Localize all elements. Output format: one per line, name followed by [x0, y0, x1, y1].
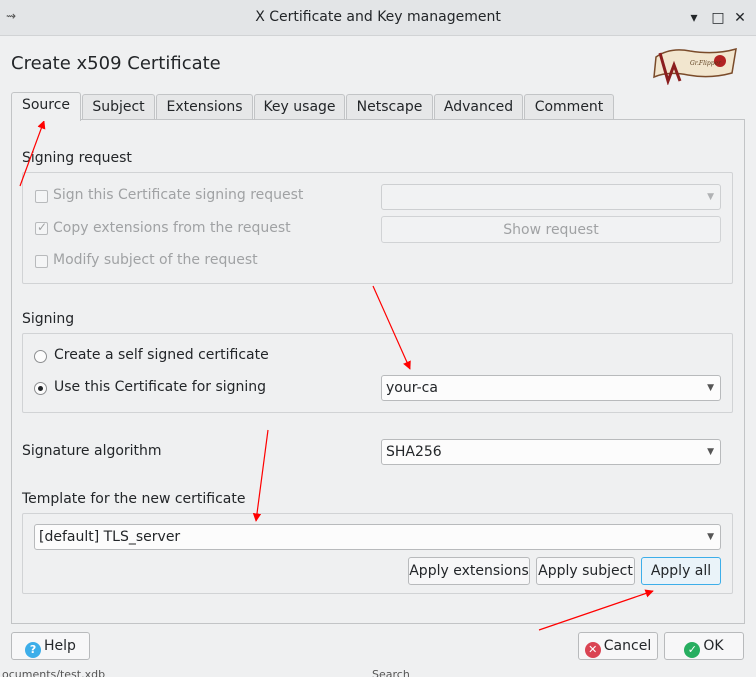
sign-csr-checkbox[interactable] — [35, 190, 48, 203]
tab-comment[interactable]: Comment — [524, 94, 614, 121]
template-heading: Template for the new certificate — [22, 491, 246, 507]
use-cert-label: Use this Certificate for signing — [54, 379, 267, 395]
ok-icon: ✓ — [684, 642, 701, 658]
ca-select-value: your-ca — [386, 380, 438, 396]
apply-extensions-button[interactable]: Apply extensions — [408, 557, 530, 585]
close-icon[interactable]: ✕ — [730, 8, 750, 28]
ok-label: OK — [703, 638, 724, 654]
chevron-down-icon: ▼ — [707, 532, 714, 542]
maximize-icon[interactable]: □ — [708, 8, 728, 28]
signing-heading: Signing — [22, 311, 75, 327]
template-select-value: [default] TLS_server — [39, 529, 181, 545]
tab-subject[interactable]: Subject — [82, 94, 155, 121]
csr-select[interactable]: ▼ — [381, 184, 721, 210]
tab-key-usage[interactable]: Key usage — [254, 94, 345, 121]
tab-source[interactable]: Source — [11, 92, 81, 121]
status-search: Search — [372, 668, 410, 677]
tab-extensions[interactable]: Extensions — [156, 94, 253, 121]
chevron-down-icon: ▼ — [707, 383, 714, 393]
logo-text: Gr.Flipper — [690, 60, 722, 67]
window-title: X Certificate and Key management — [255, 9, 501, 25]
cancel-label: Cancel — [603, 638, 652, 654]
signature-algorithm-label: Signature algorithm — [22, 443, 162, 459]
sign-csr-label: Sign this Certificate signing request — [53, 187, 304, 203]
apply-all-button[interactable]: Apply all — [641, 557, 721, 585]
minimize-icon[interactable]: ▾ — [684, 8, 704, 28]
apply-subject-button[interactable]: Apply subject — [536, 557, 635, 585]
chevron-down-icon: ▼ — [707, 192, 714, 202]
template-select[interactable]: [default] TLS_server ▼ — [34, 524, 721, 550]
status-file-path: ocuments/test.xdb — [2, 668, 106, 677]
use-cert-radio[interactable] — [34, 382, 47, 395]
window-titlebar: ⇝ X Certificate and Key management ▾ □ ✕ — [0, 0, 756, 36]
copy-extensions-label: Copy extensions from the request — [53, 220, 291, 236]
signing-group — [22, 333, 733, 413]
cancel-button[interactable]: ✕ Cancel — [578, 632, 658, 660]
self-signed-label: Create a self signed certificate — [54, 347, 269, 363]
tab-netscape[interactable]: Netscape — [346, 94, 433, 121]
help-button[interactable]: ? Help — [11, 632, 90, 660]
self-signed-radio[interactable] — [34, 350, 47, 363]
modify-subject-label: Modify subject of the request — [53, 252, 258, 268]
ca-select[interactable]: your-ca ▼ — [381, 375, 721, 401]
chevron-down-icon: ▼ — [707, 447, 714, 457]
cancel-icon: ✕ — [584, 642, 601, 658]
dialog-title: Create x509 Certificate — [11, 53, 221, 74]
signature-algorithm-select[interactable]: SHA256 ▼ — [381, 439, 721, 465]
status-bar: ocuments/test.xdb Search — [0, 666, 756, 677]
show-request-button[interactable]: Show request — [381, 216, 721, 243]
modify-subject-checkbox[interactable] — [35, 255, 48, 268]
help-label: Help — [44, 638, 76, 654]
help-icon: ? — [25, 642, 42, 658]
signature-algorithm-value: SHA256 — [386, 444, 442, 460]
tab-advanced[interactable]: Advanced — [434, 94, 523, 121]
signing-request-heading: Signing request — [22, 150, 132, 166]
certificate-scroll-logo: Gr.Flipper — [653, 47, 737, 85]
copy-extensions-checkbox[interactable] — [35, 220, 48, 235]
ok-button[interactable]: ✓ OK — [664, 632, 744, 660]
